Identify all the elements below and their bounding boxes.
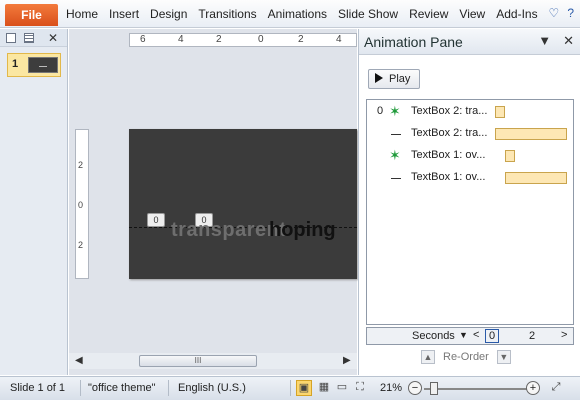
item-number: 0	[377, 105, 384, 117]
slide-sorter-icon[interactable]: ▦	[316, 380, 332, 396]
fit-to-window-icon[interactable]: ⤢	[548, 380, 564, 396]
ruler-label: 2	[78, 240, 84, 250]
tab-home[interactable]: Home	[62, 0, 102, 28]
zoom-level[interactable]: 21%	[380, 382, 402, 394]
zoom-in-icon[interactable]: +	[526, 381, 540, 395]
divider	[290, 380, 291, 396]
timing-bar[interactable]	[495, 106, 505, 118]
item-label: TextBox 2: tra...	[411, 127, 488, 139]
slide-info: Slide 1 of 1	[10, 382, 66, 394]
help-icon[interactable]: ?	[567, 6, 574, 20]
ruler-label: 6	[140, 34, 146, 45]
heart-icon[interactable]: ♡	[549, 6, 560, 20]
dash-icon	[391, 134, 401, 135]
timeline-mark: 2	[529, 330, 536, 342]
slide-editor: 6 4 2 0 2 4 2 0 2 0 0 transparent hoping…	[69, 29, 357, 375]
tab-design[interactable]: Design	[146, 0, 191, 28]
reorder-label: Re-Order	[443, 351, 489, 363]
slide-number: 1	[12, 58, 19, 70]
item-label: TextBox 1: ov...	[411, 171, 486, 183]
list-item[interactable]: 0 ✶ TextBox 2: tra...	[367, 102, 573, 122]
animation-pane-header: Animation Pane ▼ ✕	[359, 29, 580, 55]
timeline-start: 0	[485, 329, 499, 343]
scroll-thumb[interactable]: III	[139, 355, 257, 367]
star-icon: ✶	[389, 103, 401, 119]
status-bar: Slide 1 of 1 "office theme" English (U.S…	[0, 376, 580, 400]
pane-controls: ▼ ✕	[538, 33, 574, 49]
play-button[interactable]: Play	[368, 69, 420, 89]
zoom-slider[interactable]	[424, 388, 528, 390]
list-item[interactable]: ✶ TextBox 1: ov...	[367, 146, 573, 166]
animation-pane: Animation Pane ▼ ✕ Play 0 ✶ TextBox 2: t…	[358, 29, 580, 375]
thumbnail-image	[28, 57, 58, 73]
tab-review[interactable]: Review	[405, 0, 452, 28]
ribbon-right-icons: ♡ ?	[549, 6, 574, 20]
play-icon	[375, 73, 383, 83]
divider	[80, 380, 81, 396]
tab-transitions[interactable]: Transitions	[194, 0, 260, 28]
ruler-label: 2	[298, 34, 304, 45]
scroll-right-icon[interactable]: ▶	[343, 355, 351, 366]
tab-view[interactable]: View	[455, 0, 489, 28]
zoom-knob[interactable]	[430, 382, 438, 395]
tab-slide-show[interactable]: Slide Show	[334, 0, 402, 28]
move-up-icon[interactable]: ▲	[421, 350, 435, 364]
animation-marker[interactable]: 0	[147, 213, 165, 227]
play-label: Play	[389, 73, 411, 85]
timing-bar[interactable]	[505, 172, 567, 184]
tab-add-ins[interactable]: Add-Ins	[492, 0, 541, 28]
outline-tab-icon[interactable]	[24, 32, 34, 43]
tab-insert[interactable]: Insert	[105, 0, 143, 28]
timing-bar[interactable]	[495, 128, 567, 140]
timing-bar[interactable]	[505, 150, 515, 162]
slideshow-icon[interactable]: ⛶	[352, 380, 368, 396]
file-tab[interactable]: File	[5, 4, 58, 26]
timeline: Seconds ▼ < 0 2 >	[366, 327, 574, 345]
animation-list: 0 ✶ TextBox 2: tra... TextBox 2: tra... …	[366, 99, 574, 325]
ribbon: File Home Insert Design Transitions Anim…	[0, 0, 580, 28]
ruler-label: 4	[178, 34, 184, 45]
ribbon-tabs: Home Insert Design Transitions Animation…	[62, 0, 545, 28]
timeline-right-icon[interactable]: >	[561, 329, 567, 341]
scroll-left-icon[interactable]: ◀	[75, 355, 83, 366]
dropdown-icon[interactable]: ▼	[538, 33, 551, 49]
zoom-out-icon[interactable]: −	[408, 381, 422, 395]
ruler-label: 2	[78, 160, 84, 170]
item-label: TextBox 2: tra...	[411, 105, 488, 117]
star-icon: ✶	[389, 147, 401, 163]
slide-thumbnail[interactable]: 1	[7, 53, 61, 77]
divider	[168, 380, 169, 396]
close-icon[interactable]: ✕	[563, 33, 574, 49]
ruler-label: 0	[258, 34, 264, 45]
slide-canvas[interactable]: 0 0 transparent hoping	[129, 129, 357, 279]
timeline-units-dropdown[interactable]: Seconds	[412, 330, 455, 342]
close-icon[interactable]: ✕	[48, 31, 58, 45]
vertical-ruler: 2 0 2	[75, 129, 89, 279]
slides-tab-icon[interactable]	[6, 32, 16, 43]
slides-pane: ✕ 1	[0, 29, 68, 375]
move-down-icon[interactable]: ▼	[496, 350, 511, 364]
timeline-left-icon[interactable]: <	[473, 329, 479, 341]
item-label: TextBox 1: ov...	[411, 149, 486, 161]
ruler-label: 2	[216, 34, 222, 45]
normal-view-icon[interactable]: ▣	[296, 380, 312, 396]
language[interactable]: English (U.S.)	[178, 382, 246, 394]
horizontal-ruler: 6 4 2 0 2 4	[129, 33, 357, 47]
dash-icon	[391, 178, 401, 179]
ruler-label: 4	[336, 34, 342, 45]
slides-pane-tabs: ✕	[0, 29, 67, 47]
theme-name[interactable]: "office theme"	[88, 382, 156, 394]
reading-view-icon[interactable]: ▭	[334, 380, 350, 396]
list-item[interactable]: TextBox 1: ov...	[367, 168, 573, 188]
tab-animations[interactable]: Animations	[264, 0, 331, 28]
slide-textbox-2[interactable]: hoping	[269, 219, 336, 242]
reorder-controls: ▲ Re-Order ▼	[421, 350, 511, 364]
list-item[interactable]: TextBox 2: tra...	[367, 124, 573, 144]
horizontal-scrollbar[interactable]: ◀ III ▶	[69, 353, 357, 369]
pane-title: Animation Pane	[364, 34, 463, 50]
ruler-label: 0	[78, 200, 84, 210]
chevron-down-icon[interactable]: ▼	[459, 330, 468, 340]
